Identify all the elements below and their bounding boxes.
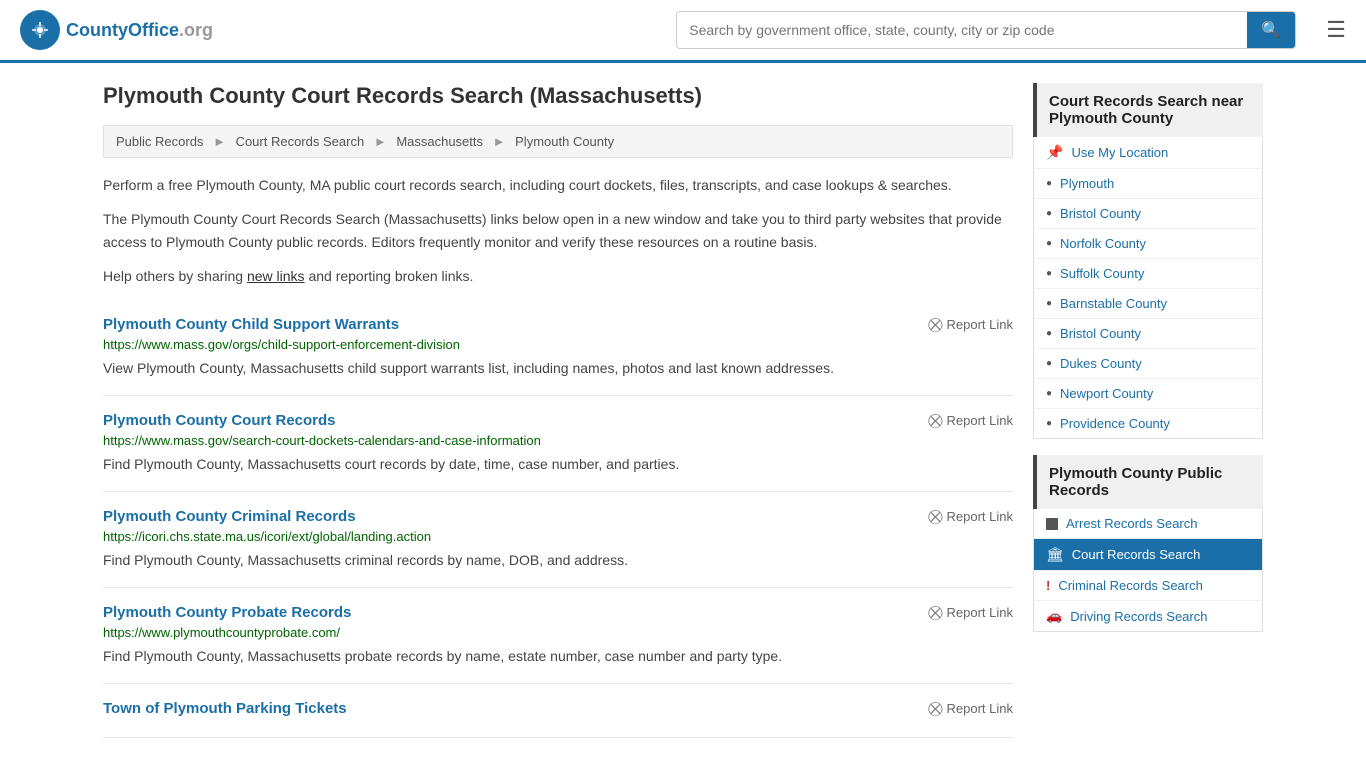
record-item: Plymouth County Probate Records ⛒ Report…: [103, 588, 1013, 684]
dot-icon-7: ●: [1046, 358, 1052, 369]
record-header: Town of Plymouth Parking Tickets ⛒ Repor…: [103, 700, 1013, 717]
nearby-bristol-1[interactable]: ● Bristol County: [1034, 199, 1262, 229]
nearby-suffolk[interactable]: ● Suffolk County: [1034, 259, 1262, 289]
logo-icon: [20, 10, 60, 50]
report-link-3[interactable]: ⛒ Report Link: [928, 604, 1013, 621]
nearby-norfolk[interactable]: ● Norfolk County: [1034, 229, 1262, 259]
record-header: Plymouth County Child Support Warrants ⛒…: [103, 316, 1013, 333]
record-item: Town of Plymouth Parking Tickets ⛒ Repor…: [103, 684, 1013, 738]
site-header: CountyOffice.org 🔍 ☰: [0, 0, 1366, 63]
nearby-header: Court Records Search near Plymouth Count…: [1033, 83, 1263, 137]
nearby-newport[interactable]: ● Newport County: [1034, 379, 1262, 409]
use-my-location-item[interactable]: 📌 Use My Location: [1034, 137, 1262, 169]
breadcrumb: Public Records ► Court Records Search ► …: [103, 125, 1013, 158]
record-desc-1: Find Plymouth County, Massachusetts cour…: [103, 454, 1013, 475]
record-desc-3: Find Plymouth County, Massachusetts prob…: [103, 646, 1013, 667]
new-links-link[interactable]: new links: [247, 268, 305, 284]
record-item: Plymouth County Child Support Warrants ⛒…: [103, 300, 1013, 396]
public-records-links: Arrest Records Search 🏛 Court Records Se…: [1033, 509, 1263, 632]
record-title-4[interactable]: Town of Plymouth Parking Tickets: [103, 700, 347, 717]
record-url-1: https://www.mass.gov/search-court-docket…: [103, 433, 1013, 448]
search-input[interactable]: [677, 12, 1247, 48]
public-records-section: Plymouth County Public Records Arrest Re…: [1033, 455, 1263, 632]
record-desc-2: Find Plymouth County, Massachusetts crim…: [103, 550, 1013, 571]
dot-icon-4: ●: [1046, 268, 1052, 279]
dot-icon-9: ●: [1046, 418, 1052, 429]
search-button[interactable]: 🔍: [1247, 12, 1295, 48]
record-title-2[interactable]: Plymouth County Criminal Records: [103, 508, 356, 525]
sidebar-criminal-records[interactable]: ! Criminal Records Search: [1034, 571, 1262, 601]
content-area: Plymouth County Court Records Search (Ma…: [103, 83, 1013, 738]
logo[interactable]: CountyOffice.org: [20, 10, 213, 50]
record-url-2: https://icori.chs.state.ma.us/icori/ext/…: [103, 529, 1013, 544]
sidebar: Court Records Search near Plymouth Count…: [1033, 83, 1263, 738]
nearby-plymouth[interactable]: ● Plymouth: [1034, 169, 1262, 199]
description-2: The Plymouth County Court Records Search…: [103, 208, 1013, 253]
use-my-location-link[interactable]: Use My Location: [1071, 145, 1168, 160]
sidebar-driving-records[interactable]: 🚗 Driving Records Search: [1034, 601, 1262, 631]
record-desc-0: View Plymouth County, Massachusetts chil…: [103, 358, 1013, 379]
record-header: Plymouth County Probate Records ⛒ Report…: [103, 604, 1013, 621]
record-title-3[interactable]: Plymouth County Probate Records: [103, 604, 351, 621]
record-title-0[interactable]: Plymouth County Child Support Warrants: [103, 316, 399, 333]
exclaim-icon: !: [1046, 578, 1050, 593]
dot-icon-8: ●: [1046, 388, 1052, 399]
record-header: Plymouth County Court Records ⛒ Report L…: [103, 412, 1013, 429]
description-1: Perform a free Plymouth County, MA publi…: [103, 174, 1013, 196]
report-icon-3: ⛒: [928, 604, 942, 621]
report-link-0[interactable]: ⛒ Report Link: [928, 316, 1013, 333]
record-title-1[interactable]: Plymouth County Court Records: [103, 412, 336, 429]
nearby-links: 📌 Use My Location ● Plymouth ● Bristol C…: [1033, 137, 1263, 439]
breadcrumb-plymouth-county[interactable]: Plymouth County: [515, 134, 614, 149]
report-link-2[interactable]: ⛒ Report Link: [928, 508, 1013, 525]
nearby-providence[interactable]: ● Providence County: [1034, 409, 1262, 438]
sidebar-arrest-records[interactable]: Arrest Records Search: [1034, 509, 1262, 539]
dot-icon-3: ●: [1046, 238, 1052, 249]
record-url-0: https://www.mass.gov/orgs/child-support-…: [103, 337, 1013, 352]
breadcrumb-massachusetts[interactable]: Massachusetts: [396, 134, 483, 149]
breadcrumb-court-records-search[interactable]: Court Records Search: [236, 134, 365, 149]
report-link-4[interactable]: ⛒ Report Link: [928, 700, 1013, 717]
pin-icon: 📌: [1046, 144, 1063, 161]
logo-text: CountyOffice.org: [66, 20, 213, 41]
building-icon: 🏛: [1046, 546, 1064, 563]
report-icon-4: ⛒: [928, 700, 942, 717]
dot-icon-5: ●: [1046, 298, 1052, 309]
square-icon: [1046, 518, 1058, 530]
record-item: Plymouth County Criminal Records ⛒ Repor…: [103, 492, 1013, 588]
nearby-dukes[interactable]: ● Dukes County: [1034, 349, 1262, 379]
record-header: Plymouth County Criminal Records ⛒ Repor…: [103, 508, 1013, 525]
nearby-bristol-2[interactable]: ● Bristol County: [1034, 319, 1262, 349]
breadcrumb-public-records[interactable]: Public Records: [116, 134, 203, 149]
page-title: Plymouth County Court Records Search (Ma…: [103, 83, 1013, 109]
menu-icon[interactable]: ☰: [1326, 17, 1346, 43]
report-link-1[interactable]: ⛒ Report Link: [928, 412, 1013, 429]
main-container: Plymouth County Court Records Search (Ma…: [83, 63, 1283, 758]
dot-icon-1: ●: [1046, 178, 1052, 189]
record-url-3: https://www.plymouthcountyprobate.com/: [103, 625, 1013, 640]
report-icon-0: ⛒: [928, 316, 942, 333]
public-records-header: Plymouth County Public Records: [1033, 455, 1263, 509]
record-item: Plymouth County Court Records ⛒ Report L…: [103, 396, 1013, 492]
description-3: Help others by sharing new links and rep…: [103, 265, 1013, 287]
nearby-section: Court Records Search near Plymouth Count…: [1033, 83, 1263, 439]
sidebar-court-records[interactable]: 🏛 Court Records Search: [1034, 539, 1262, 571]
search-icon: 🔍: [1261, 22, 1281, 39]
report-icon-2: ⛒: [928, 508, 942, 525]
search-bar: 🔍: [676, 11, 1296, 49]
records-list: Plymouth County Child Support Warrants ⛒…: [103, 300, 1013, 738]
car-icon: 🚗: [1046, 608, 1062, 624]
dot-icon-6: ●: [1046, 328, 1052, 339]
dot-icon-2: ●: [1046, 208, 1052, 219]
report-icon-1: ⛒: [928, 412, 942, 429]
nearby-barnstable[interactable]: ● Barnstable County: [1034, 289, 1262, 319]
